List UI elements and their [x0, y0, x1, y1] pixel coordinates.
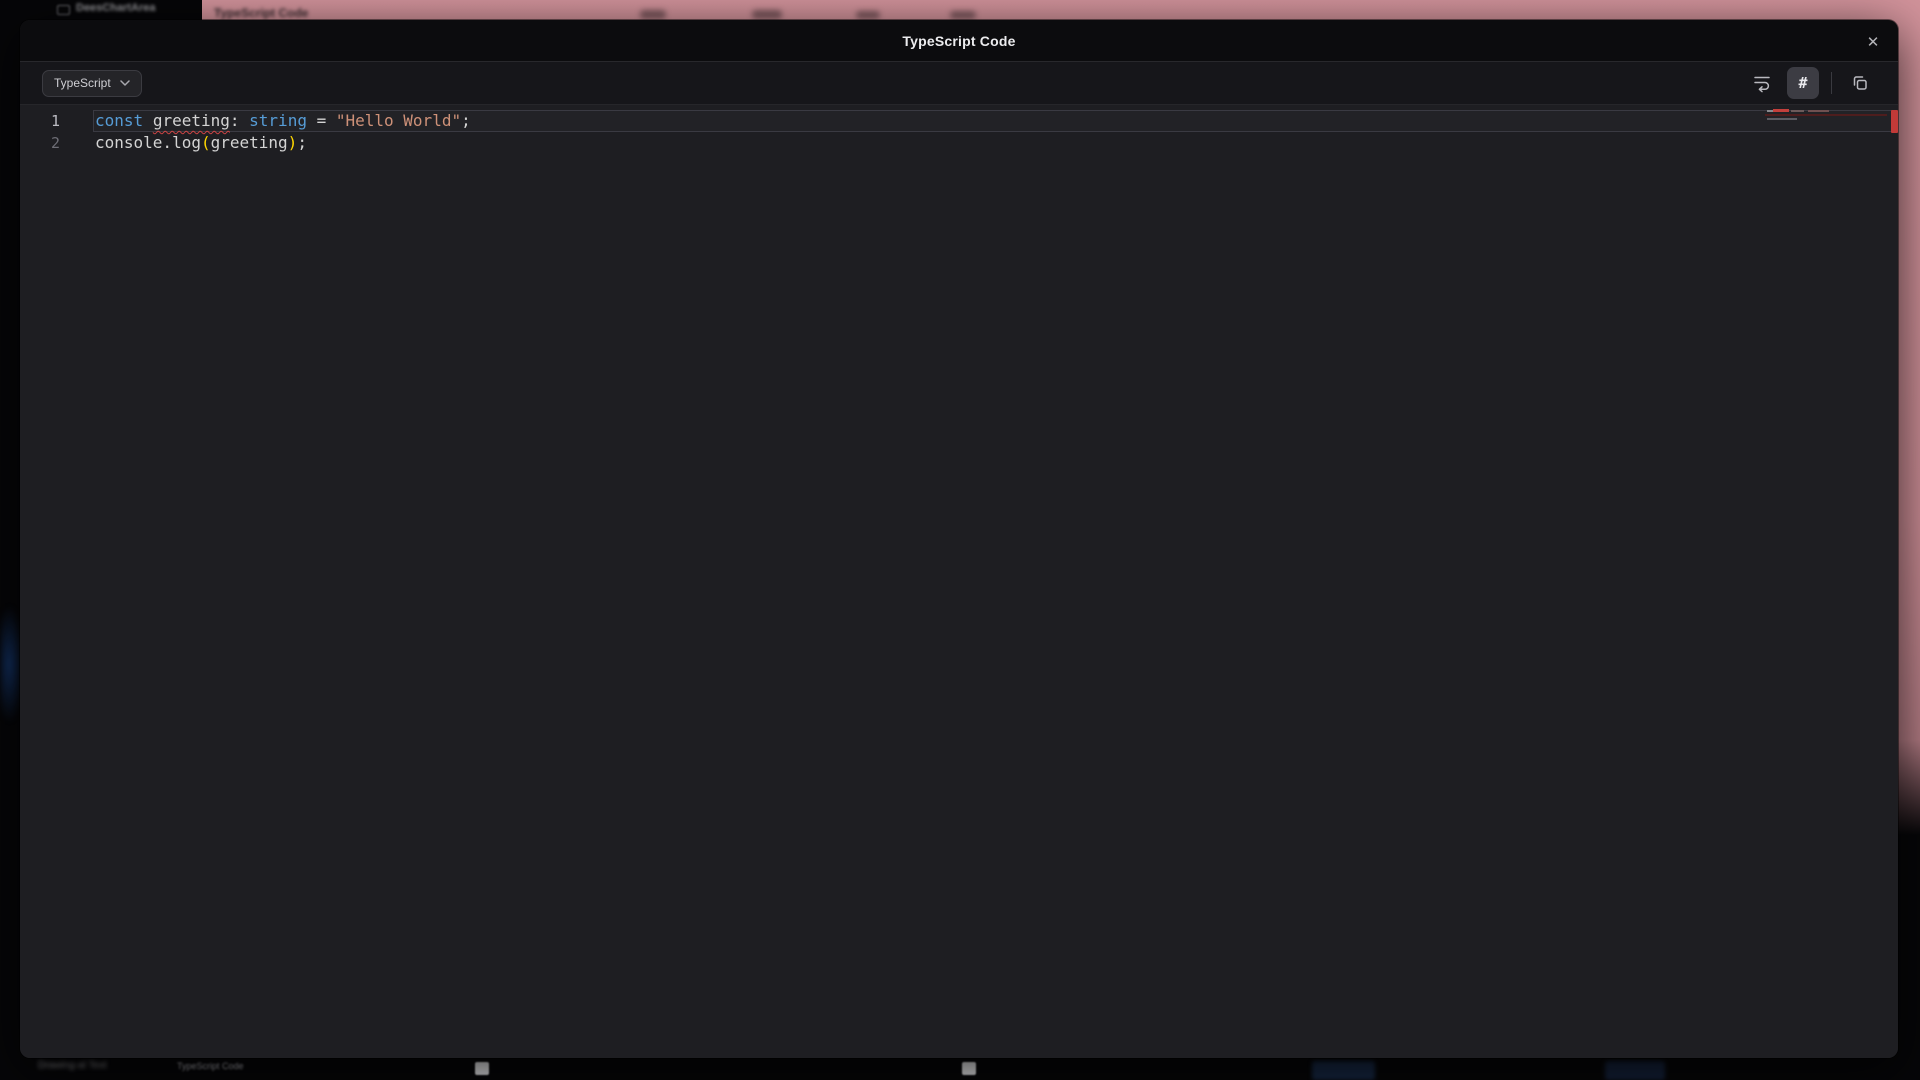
toolbar-divider	[1831, 72, 1832, 94]
dialog-toolbar: TypeScript #	[20, 62, 1898, 105]
code-editor[interactable]: 1const greeting: string = "Hello World";…	[20, 105, 1898, 1058]
background-blur-blob	[950, 11, 976, 19]
chevron-down-icon	[120, 80, 130, 86]
dialog-title: TypeScript Code	[20, 20, 1898, 62]
code-token: string	[249, 111, 307, 130]
close-icon[interactable]: ✕	[1862, 31, 1884, 53]
code-line[interactable]: 2console.log(greeting);	[20, 132, 1898, 154]
copy-icon	[1851, 74, 1869, 92]
code-token: const	[95, 111, 143, 130]
browser-tab-title: DeesChartArea	[76, 2, 155, 14]
code-token: :	[230, 111, 240, 130]
word-wrap-icon	[1752, 73, 1772, 93]
code-token: =	[307, 111, 336, 130]
code-text: const greeting: string = "Hello World";	[72, 110, 471, 132]
minimap[interactable]	[1765, 107, 1890, 125]
code-token: (	[201, 133, 211, 152]
line-number: 2	[20, 132, 72, 154]
background-page-title: TypeScript Code	[214, 6, 308, 20]
background-blur-blob	[640, 10, 666, 19]
minimap-mark	[1791, 110, 1804, 112]
code-token: )	[288, 133, 298, 152]
background-checkbox	[475, 1062, 489, 1075]
code-text: console.log(greeting);	[72, 132, 307, 154]
desktop: DeesChartArea TypeScript Code Drawing-al…	[0, 0, 1920, 1080]
background-button	[1605, 1061, 1665, 1080]
minimap-mark	[1808, 110, 1829, 112]
code-token: "Hello World"	[336, 111, 461, 130]
background-button	[1312, 1061, 1375, 1080]
code-line[interactable]: 1const greeting: string = "Hello World";	[20, 110, 1898, 132]
language-selector-label: TypeScript	[54, 76, 111, 90]
code-token: ;	[297, 133, 307, 152]
minimap-error-mark	[1773, 109, 1789, 112]
code-lines: 1const greeting: string = "Hello World";…	[20, 105, 1898, 154]
code-token: ;	[461, 111, 471, 130]
minimap-error-line	[1765, 114, 1887, 116]
background-code-label: TypeScript Code	[177, 1061, 244, 1071]
overview-ruler-error-marker	[1891, 110, 1898, 133]
background-checkbox	[962, 1062, 976, 1075]
background-field-label: Drawing-al Text	[38, 1060, 107, 1071]
copy-button[interactable]	[1844, 67, 1876, 99]
language-selector[interactable]: TypeScript	[42, 70, 142, 97]
code-token: console.log	[95, 133, 201, 152]
code-token: greeting	[153, 111, 230, 130]
dialog-header: TypeScript Code ✕	[20, 20, 1898, 62]
code-token	[143, 111, 153, 130]
background-blur-blob	[856, 11, 880, 19]
word-wrap-button[interactable]	[1746, 67, 1778, 99]
minimap-mark	[1767, 118, 1797, 120]
line-numbers-button[interactable]: #	[1787, 67, 1819, 99]
toolbar-actions: #	[1746, 67, 1876, 99]
code-dialog: TypeScript Code ✕ TypeScript	[20, 20, 1898, 1058]
code-token: greeting	[211, 133, 288, 152]
browser-tab-favicon	[57, 5, 70, 15]
line-number: 1	[20, 110, 72, 132]
code-token	[240, 111, 250, 130]
line-numbers-icon: #	[1798, 74, 1807, 92]
background-blur-blob	[752, 10, 782, 19]
